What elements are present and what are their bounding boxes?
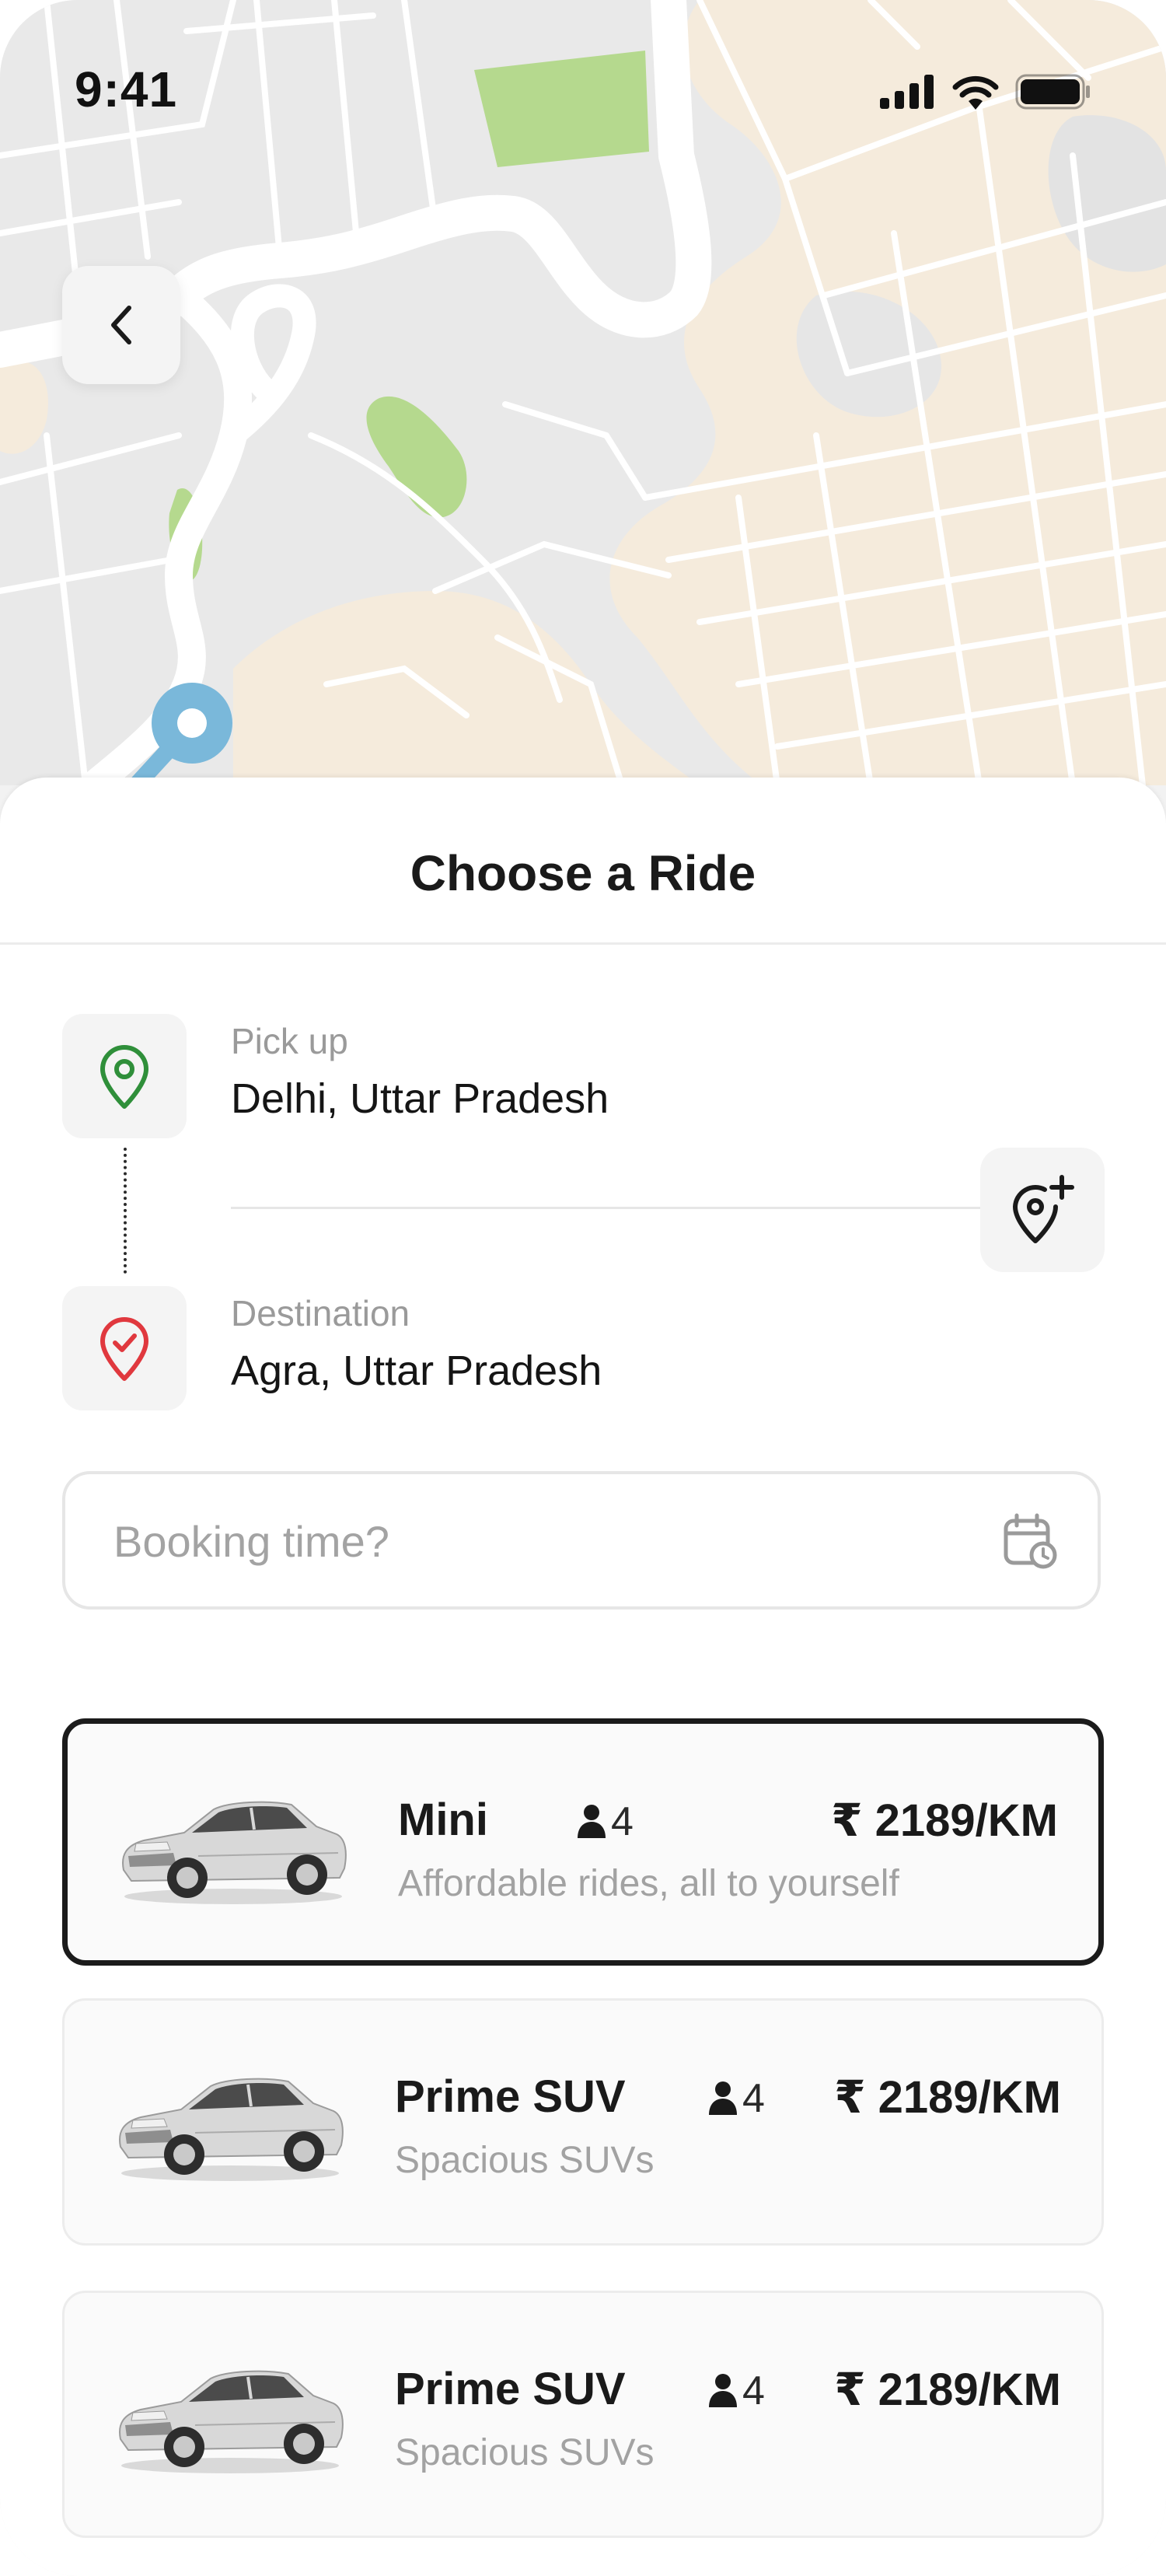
location-add-icon bbox=[1013, 1175, 1074, 1243]
car-image bbox=[119, 2078, 344, 2181]
ride-name: Mini bbox=[398, 1795, 488, 1845]
ride-option-card[interactable]: Mini 4 Affordable rides, all to yourself ₹… bbox=[62, 1718, 1104, 1966]
phone-screen: 9:41 Choose a Ride Pick up Delhi, Uttar … bbox=[0, 0, 1166, 2576]
person-icon bbox=[578, 1805, 606, 1838]
car-image bbox=[119, 2370, 344, 2473]
destination-field[interactable]: Agra, Uttar Pradesh bbox=[231, 1347, 602, 1395]
ride-price: ₹ 2189/KM bbox=[834, 2365, 1061, 2415]
seat-count: 4 bbox=[611, 1799, 634, 1844]
seat-capacity: 4 bbox=[577, 1798, 634, 1845]
ride-option-card[interactable]: Prime SUV 4 Spacious SUVs ₹ 2189/KM bbox=[62, 2291, 1104, 2538]
signal-icon bbox=[880, 75, 934, 109]
ride-name: Prime SUV bbox=[395, 2071, 626, 2122]
ride-option-card[interactable]: Prime SUV 4 Spacious SUVs ₹ 2189/KM bbox=[62, 1998, 1104, 2246]
destination-label: Destination bbox=[231, 1293, 410, 1333]
pickup-icon-box bbox=[62, 1014, 187, 1138]
location-pin-icon bbox=[100, 1045, 148, 1109]
ride-description: Spacious SUVs bbox=[395, 2432, 655, 2473]
sheet-divider bbox=[0, 942, 1166, 945]
status-icons bbox=[880, 68, 1091, 115]
ride-price: ₹ 2189/KM bbox=[831, 1795, 1058, 1846]
route-connector bbox=[124, 1148, 127, 1274]
ride-description: Spacious SUVs bbox=[395, 2140, 655, 2181]
booking-time-field[interactable] bbox=[62, 1471, 1101, 1610]
seat-count: 4 bbox=[742, 2368, 765, 2413]
pickup-field[interactable]: Delhi, Uttar Pradesh bbox=[231, 1075, 609, 1123]
location-divider bbox=[231, 1207, 982, 1209]
add-stop-button[interactable] bbox=[980, 1148, 1105, 1272]
destination-icon-box bbox=[62, 1286, 187, 1410]
location-check-icon bbox=[100, 1317, 148, 1381]
ride-sheet: Choose a Ride Pick up Delhi, Uttar Prade… bbox=[0, 778, 1166, 2576]
status-time: 9:41 bbox=[75, 61, 178, 117]
ride-price: ₹ 2189/KM bbox=[834, 2072, 1061, 2123]
seat-capacity: 4 bbox=[708, 2368, 765, 2414]
sheet-title: Choose a Ride bbox=[410, 845, 756, 901]
person-icon bbox=[709, 2374, 737, 2407]
seat-count: 4 bbox=[742, 2076, 765, 2121]
chevron-left-icon bbox=[111, 306, 131, 344]
wifi-icon bbox=[952, 75, 999, 110]
ride-description: Affordable rides, all to yourself bbox=[398, 1863, 899, 1904]
booking-time-input[interactable] bbox=[112, 1474, 970, 1608]
pickup-label: Pick up bbox=[231, 1021, 348, 1061]
seat-capacity: 4 bbox=[708, 2075, 765, 2122]
battery-icon bbox=[1015, 74, 1090, 110]
car-image bbox=[122, 1801, 347, 1904]
calendar-clock-icon[interactable] bbox=[1003, 1513, 1057, 1569]
back-button[interactable] bbox=[62, 266, 180, 384]
ride-name: Prime SUV bbox=[395, 2364, 626, 2414]
person-icon bbox=[709, 2081, 737, 2115]
